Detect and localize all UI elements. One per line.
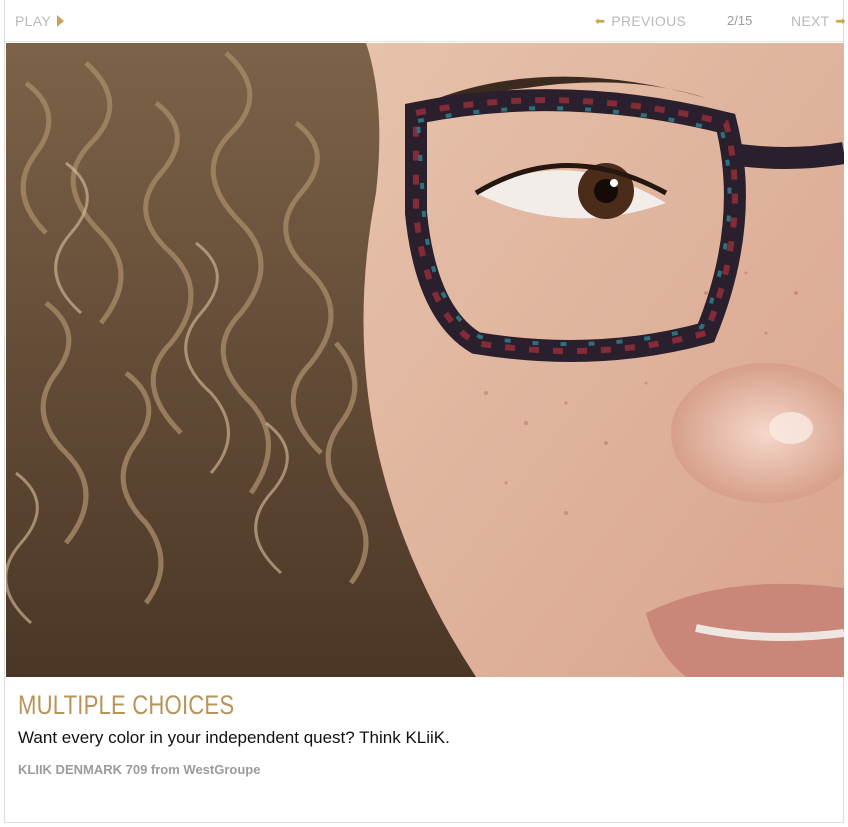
play-label: PLAY bbox=[15, 13, 51, 29]
next-button[interactable]: NEXT ➡ bbox=[791, 13, 846, 29]
next-label: NEXT bbox=[791, 13, 830, 29]
slide-subtitle: Want every color in your independent que… bbox=[18, 728, 450, 747]
slide-credit: KLIIK DENMARK 709 from WestGroupe bbox=[18, 762, 261, 777]
slide-counter: 2/15 bbox=[727, 13, 753, 28]
slide-photo bbox=[6, 43, 844, 677]
arrow-right-icon: ➡ bbox=[835, 14, 846, 28]
slide-caption: MULTIPLE CHOICES Want every color in you… bbox=[18, 690, 450, 777]
play-icon bbox=[56, 15, 64, 27]
slide-title: MULTIPLE CHOICES bbox=[18, 690, 235, 720]
portrait-illustration bbox=[6, 43, 844, 677]
slideshow-nav: PLAY ⬅ PREVIOUS 2/15 NEXT ➡ bbox=[5, 0, 846, 42]
play-button[interactable]: PLAY bbox=[15, 13, 64, 29]
previous-button[interactable]: ⬅ PREVIOUS bbox=[595, 13, 686, 29]
arrow-left-icon: ⬅ bbox=[595, 14, 606, 28]
slideshow-frame: PLAY ⬅ PREVIOUS 2/15 NEXT ➡ MULTIPLE CHO… bbox=[4, 0, 846, 823]
previous-label: PREVIOUS bbox=[611, 13, 687, 29]
